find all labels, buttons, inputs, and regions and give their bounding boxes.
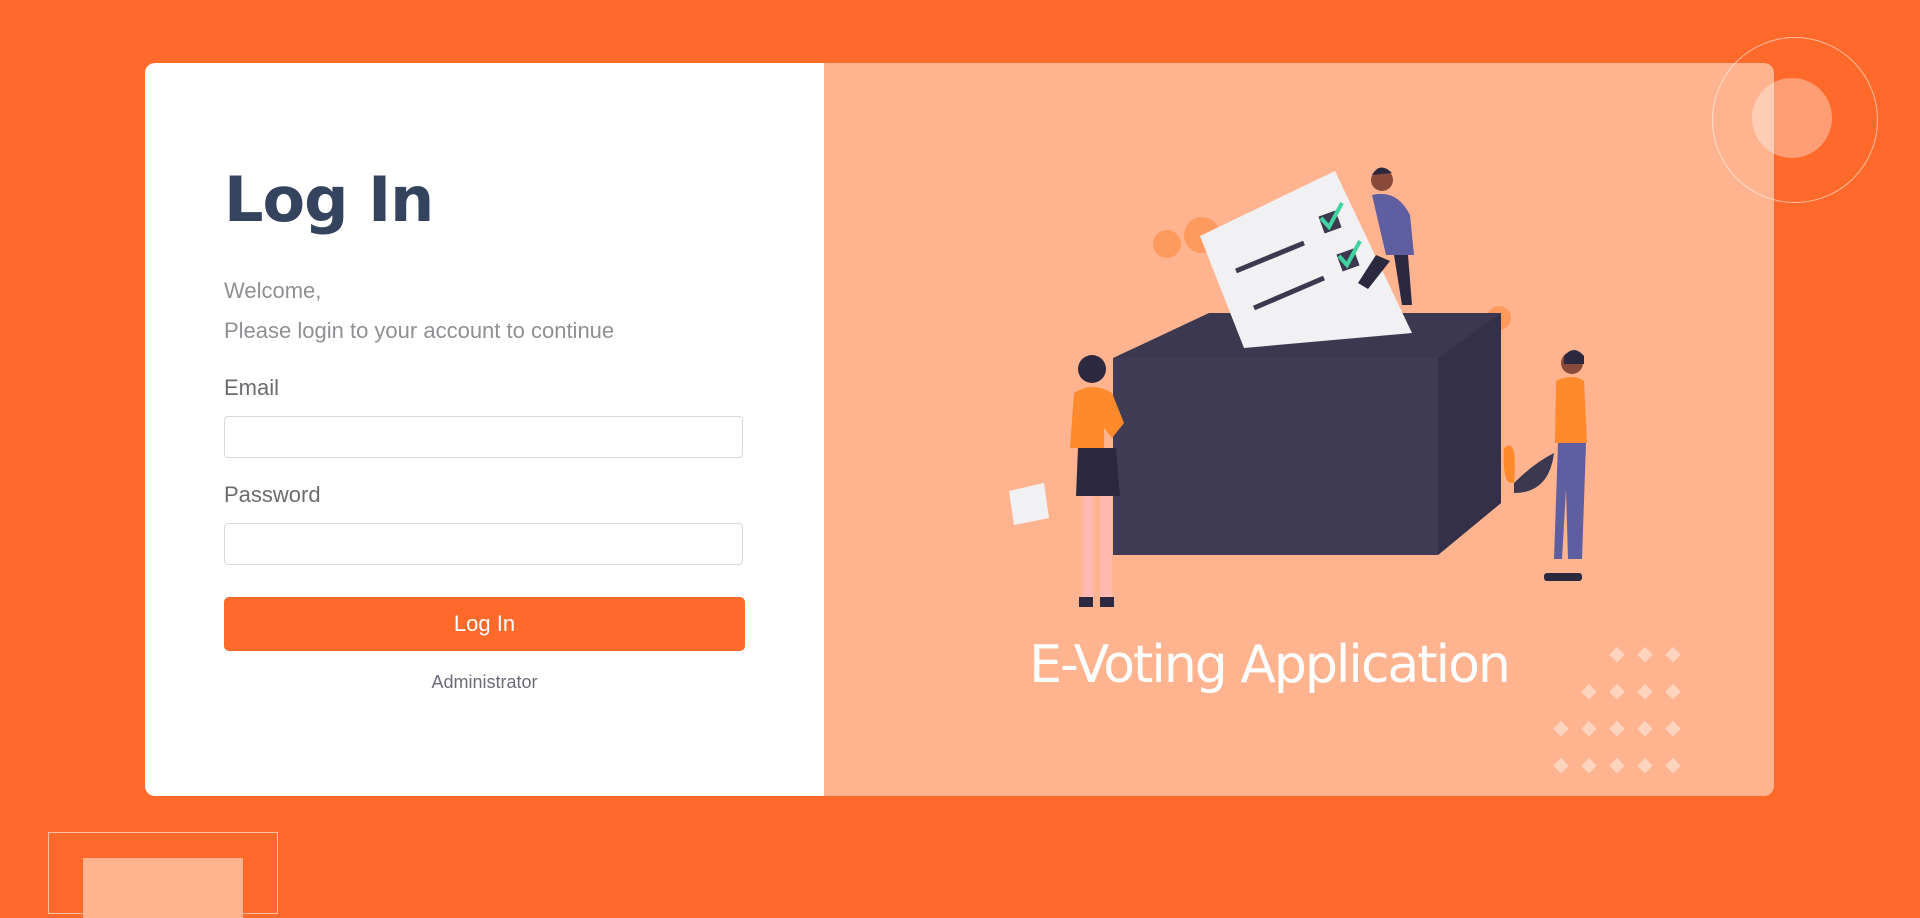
administrator-link[interactable]: Administrator [224, 672, 745, 693]
login-panel: Log In Welcome, Please login to your acc… [145, 63, 824, 796]
bubble-icon [1153, 230, 1181, 258]
password-label: Password [224, 482, 321, 507]
decorative-circle-icon [1752, 78, 1832, 158]
welcome-greeting: Welcome, [224, 278, 322, 303]
app-title: E-Voting Application [1029, 635, 1511, 695]
login-button[interactable]: Log In [224, 597, 745, 651]
decorative-square-icon [83, 858, 243, 918]
password-field[interactable] [224, 523, 743, 565]
hero-panel: E-Voting Application [824, 63, 1774, 796]
login-card: Log In Welcome, Please login to your acc… [145, 63, 1774, 796]
page-title: Log In [224, 163, 434, 236]
person-icon [1078, 355, 1106, 383]
welcome-text: Welcome, Please login to your account to… [224, 271, 614, 351]
welcome-instruction: Please login to your account to continue [224, 318, 615, 343]
email-field[interactable] [224, 416, 743, 458]
email-label: Email [224, 375, 280, 400]
